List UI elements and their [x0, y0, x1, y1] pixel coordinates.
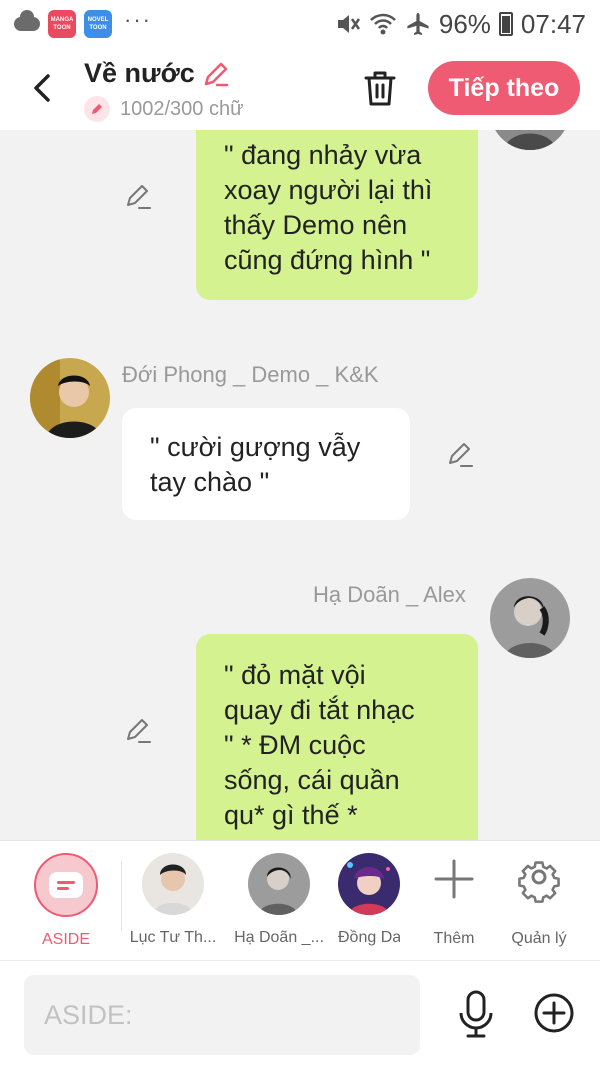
character-label: Đồng Da	[338, 929, 400, 946]
page-title: Về nước	[84, 58, 195, 88]
message-bubble[interactable]: " cười gượng vẫy tay chào "	[122, 408, 410, 520]
edit-message-icon[interactable]	[124, 716, 154, 746]
character-aside[interactable]: ASIDE	[20, 853, 112, 949]
chat-area[interactable]: " đang nhảy vừa xoay người lại thì thấy …	[0, 130, 600, 840]
noveltoon-app-icon: NOVEL TOON	[84, 10, 112, 38]
message-line: " cười gượng vẫy	[150, 432, 361, 462]
message-line: " đỏ mặt vội	[224, 660, 366, 690]
avatar[interactable]	[490, 130, 570, 150]
sender-name: Hạ Doãn _ Alex	[313, 582, 466, 607]
microphone-icon[interactable]	[456, 989, 496, 1039]
edit-message-icon[interactable]	[124, 182, 154, 212]
trash-icon[interactable]	[362, 68, 398, 108]
more-notifications: ···	[124, 7, 152, 32]
input-bar	[0, 960, 600, 1067]
plus-icon	[434, 859, 474, 899]
message-line: " * ĐM cuộc	[224, 730, 366, 760]
edit-message-icon[interactable]	[446, 440, 476, 470]
divider	[121, 861, 122, 931]
mangatoon-app-icon: MANGA TOON	[48, 10, 76, 38]
message-line: tay chào "	[150, 467, 270, 497]
character-label: Quản lý	[511, 930, 567, 947]
status-bar: MANGA TOON NOVEL TOON ··· 96% 07:47	[0, 0, 600, 48]
gear-icon	[518, 861, 560, 903]
mute-icon	[337, 15, 360, 33]
message-bubble[interactable]: " đang nhảy vừa xoay người lại thì thấy …	[196, 130, 478, 300]
message-line: thấy Demo nên	[224, 210, 408, 240]
character-label: ASIDE	[41, 931, 90, 948]
next-button[interactable]: Tiếp theo	[428, 61, 580, 115]
add-circle-icon[interactable]	[532, 991, 576, 1035]
character-dong-da[interactable]: Đồng Da	[338, 853, 400, 947]
clock: 07:47	[520, 8, 586, 39]
character-label: Thêm	[433, 930, 475, 947]
avatar	[142, 853, 204, 915]
avatar[interactable]	[30, 358, 110, 438]
top-app-bar: Về nước 1002/300 chữ Tiếp theo	[0, 48, 600, 130]
message-line: quay đi tắt nhạc	[224, 695, 415, 725]
avatar[interactable]	[490, 578, 570, 658]
airplane-icon	[407, 13, 429, 35]
aside-icon	[34, 853, 98, 917]
battery-icon	[498, 12, 513, 36]
avatar	[338, 853, 400, 915]
word-count: 1002/300 chữ	[120, 97, 244, 120]
page-title-row[interactable]: Về nước	[84, 58, 231, 89]
character-luc-tu[interactable]: Lục Tư Th...	[126, 853, 220, 947]
back-arrow-icon[interactable]	[28, 68, 58, 108]
edit-title-icon[interactable]	[201, 59, 231, 89]
manage-characters-button[interactable]: Quản lý	[502, 853, 576, 948]
character-label: Lục Tư Th...	[129, 929, 217, 946]
character-label: Hạ Doãn _...	[234, 929, 324, 946]
add-character-button[interactable]: Thêm	[418, 853, 490, 948]
wifi-icon	[369, 13, 396, 35]
message-line: " đang nhảy vừa	[224, 140, 422, 170]
cloud-icon	[14, 10, 40, 31]
pencil-icon	[84, 96, 110, 122]
message-line: cũng đứng hình "	[224, 245, 431, 275]
message-input[interactable]	[24, 975, 420, 1055]
character-bar: ASIDE Lục Tư Th... Hạ Doãn _... Đồng Da …	[0, 840, 600, 960]
avatar	[248, 853, 310, 915]
message-line: sống, cái quần	[224, 765, 400, 795]
message-line: qu* gì thế *	[224, 800, 358, 830]
message-line: xoay người lại thì	[224, 175, 433, 205]
word-count-row: 1002/300 chữ	[84, 96, 244, 122]
character-ha-doan[interactable]: Hạ Doãn _...	[232, 853, 326, 947]
message-bubble[interactable]: " đỏ mặt vội quay đi tắt nhạc " * ĐM cuộ…	[196, 634, 478, 840]
battery-percent: 96%	[438, 8, 491, 39]
sender-name: Đới Phong _ Demo _ K&K	[122, 362, 379, 387]
